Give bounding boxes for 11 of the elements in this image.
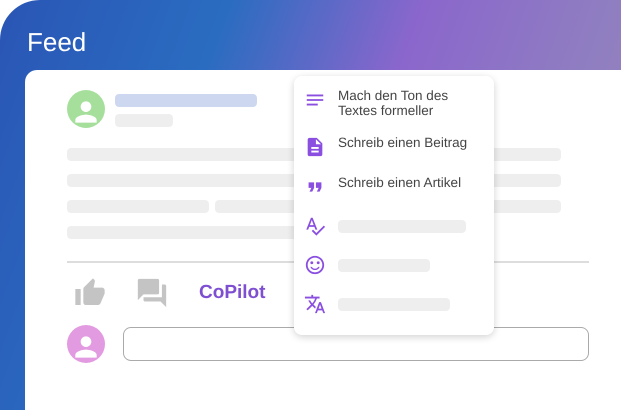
avatar (67, 90, 105, 128)
spellcheck-icon (304, 215, 326, 237)
smiley-icon (304, 254, 326, 276)
copilot-button[interactable]: CoPilot (199, 278, 266, 308)
avatar (67, 325, 105, 363)
menu-item[interactable]: Schreib einen Beitrag (298, 129, 490, 164)
translate-icon (304, 293, 326, 315)
menu-item[interactable]: Mach den Ton des Textes formeller (298, 82, 490, 124)
menu-item[interactable]: Schreib einen Artikel (298, 169, 490, 204)
comment-input-field[interactable] (123, 327, 589, 361)
page-title: Feed (27, 26, 88, 59)
